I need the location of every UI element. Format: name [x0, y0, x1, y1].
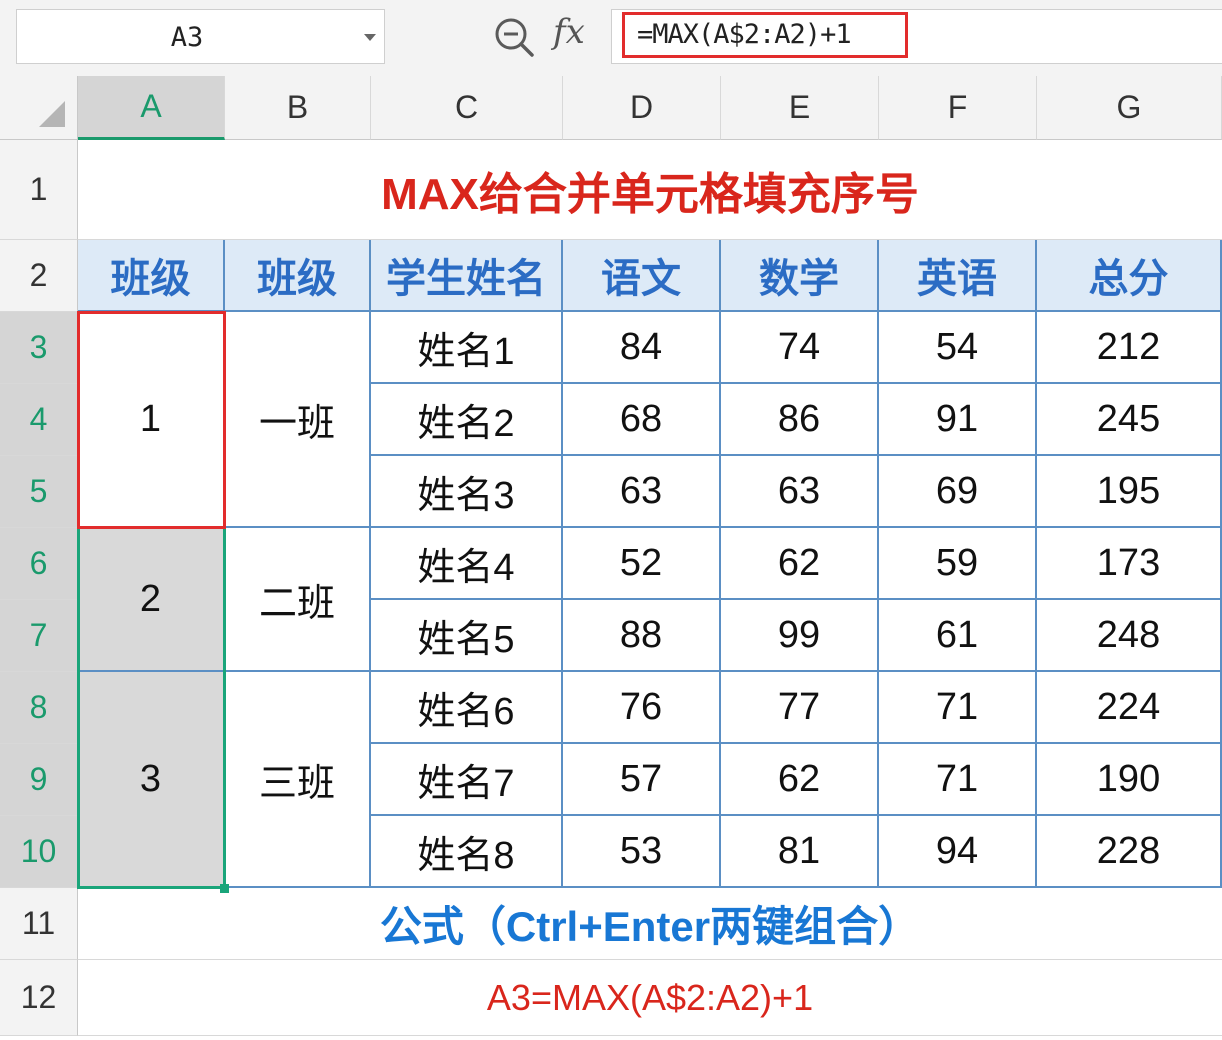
merged-seq-cell[interactable]: 2	[78, 528, 225, 672]
column-header-e[interactable]: E	[721, 76, 879, 140]
select-all-triangle-icon[interactable]	[39, 101, 65, 127]
student-english-cell[interactable]: 54	[879, 312, 1037, 384]
column-header-b[interactable]: B	[225, 76, 371, 140]
student-total-cell[interactable]: 228	[1037, 816, 1222, 888]
table-header-cell[interactable]: 英语	[879, 240, 1037, 312]
merged-seq-cell[interactable]: 3	[78, 672, 225, 888]
student-total-cell[interactable]: 190	[1037, 744, 1222, 816]
student-total-cell[interactable]: 195	[1037, 456, 1222, 528]
merged-class-cell[interactable]: 一班	[225, 312, 371, 528]
student-chinese-cell[interactable]: 76	[563, 672, 721, 744]
merged-seq-cell[interactable]: 1	[78, 312, 225, 528]
student-total-cell[interactable]: 173	[1037, 528, 1222, 600]
merged-class-cell[interactable]: 二班	[225, 528, 371, 672]
student-english-cell[interactable]: 71	[879, 672, 1037, 744]
table-header-cell[interactable]: 班级	[225, 240, 371, 312]
formula-note-heading[interactable]: 公式（Ctrl+Enter两键组合）	[78, 888, 1222, 960]
student-math-cell[interactable]: 63	[721, 456, 879, 528]
sheet-title[interactable]: MAX给合并单元格填充序号	[78, 140, 1222, 240]
student-math-cell[interactable]: 99	[721, 600, 879, 672]
student-english-cell[interactable]: 69	[879, 456, 1037, 528]
student-name-cell[interactable]: 姓名4	[371, 528, 563, 600]
column-header-d[interactable]: D	[563, 76, 721, 140]
row-header-2[interactable]: 2	[0, 240, 78, 312]
row-header-12[interactable]: 12	[0, 960, 78, 1036]
name-box[interactable]: A3	[16, 9, 385, 64]
student-english-cell[interactable]: 91	[879, 384, 1037, 456]
student-name-cell[interactable]: 姓名7	[371, 744, 563, 816]
column-header-c[interactable]: C	[371, 76, 563, 140]
row-header-5[interactable]: 5	[0, 456, 78, 528]
zoom-magnifier-icon[interactable]	[493, 16, 535, 58]
student-math-cell[interactable]: 77	[721, 672, 879, 744]
student-chinese-cell[interactable]: 53	[563, 816, 721, 888]
student-name-cell[interactable]: 姓名3	[371, 456, 563, 528]
student-math-cell[interactable]: 62	[721, 744, 879, 816]
chevron-down-icon[interactable]	[364, 34, 376, 41]
row-header-9[interactable]: 9	[0, 744, 78, 816]
student-chinese-cell[interactable]: 68	[563, 384, 721, 456]
formula-input[interactable]: =MAX(A$2:A2)+1	[622, 12, 908, 58]
column-header-f[interactable]: F	[879, 76, 1037, 140]
table-header-cell[interactable]: 数学	[721, 240, 879, 312]
student-english-cell[interactable]: 61	[879, 600, 1037, 672]
formula-text: =MAX(A$2:A2)+1	[637, 19, 852, 50]
student-total-cell[interactable]: 245	[1037, 384, 1222, 456]
formula-note-text[interactable]: A3=MAX(A$2:A2)+1	[78, 960, 1222, 1036]
table-header-cell[interactable]: 语文	[563, 240, 721, 312]
column-header-g[interactable]: G	[1037, 76, 1222, 140]
student-english-cell[interactable]: 59	[879, 528, 1037, 600]
select-all-corner[interactable]	[0, 76, 78, 140]
student-chinese-cell[interactable]: 63	[563, 456, 721, 528]
name-box-value: A3	[170, 22, 204, 53]
student-name-cell[interactable]: 姓名6	[371, 672, 563, 744]
row-header-3[interactable]: 3	[0, 312, 78, 384]
student-english-cell[interactable]: 94	[879, 816, 1037, 888]
student-math-cell[interactable]: 86	[721, 384, 879, 456]
row-header-6[interactable]: 6	[0, 528, 78, 600]
table-header-cell[interactable]: 班级	[78, 240, 225, 312]
formula-toolbar: A3 fx =MAX(A$2:A2)+1	[0, 0, 1222, 76]
fill-handle[interactable]	[220, 884, 229, 893]
table-header-cell[interactable]: 学生姓名	[371, 240, 563, 312]
student-name-cell[interactable]: 姓名2	[371, 384, 563, 456]
student-chinese-cell[interactable]: 57	[563, 744, 721, 816]
table-header-cell[interactable]: 总分	[1037, 240, 1222, 312]
student-name-cell[interactable]: 姓名8	[371, 816, 563, 888]
row-header-4[interactable]: 4	[0, 384, 78, 456]
student-math-cell[interactable]: 74	[721, 312, 879, 384]
row-header-8[interactable]: 8	[0, 672, 78, 744]
student-chinese-cell[interactable]: 84	[563, 312, 721, 384]
fx-icon[interactable]: fx	[553, 12, 585, 52]
column-header-a[interactable]: A	[78, 76, 225, 140]
student-name-cell[interactable]: 姓名5	[371, 600, 563, 672]
student-math-cell[interactable]: 81	[721, 816, 879, 888]
student-total-cell[interactable]: 212	[1037, 312, 1222, 384]
row-header-11[interactable]: 11	[0, 888, 78, 960]
row-header-7[interactable]: 7	[0, 600, 78, 672]
student-chinese-cell[interactable]: 52	[563, 528, 721, 600]
student-english-cell[interactable]: 71	[879, 744, 1037, 816]
row-header-10[interactable]: 10	[0, 816, 78, 888]
row-header-1[interactable]: 1	[0, 140, 78, 240]
student-chinese-cell[interactable]: 88	[563, 600, 721, 672]
merged-class-cell[interactable]: 三班	[225, 672, 371, 888]
student-total-cell[interactable]: 224	[1037, 672, 1222, 744]
student-math-cell[interactable]: 62	[721, 528, 879, 600]
student-name-cell[interactable]: 姓名1	[371, 312, 563, 384]
student-total-cell[interactable]: 248	[1037, 600, 1222, 672]
